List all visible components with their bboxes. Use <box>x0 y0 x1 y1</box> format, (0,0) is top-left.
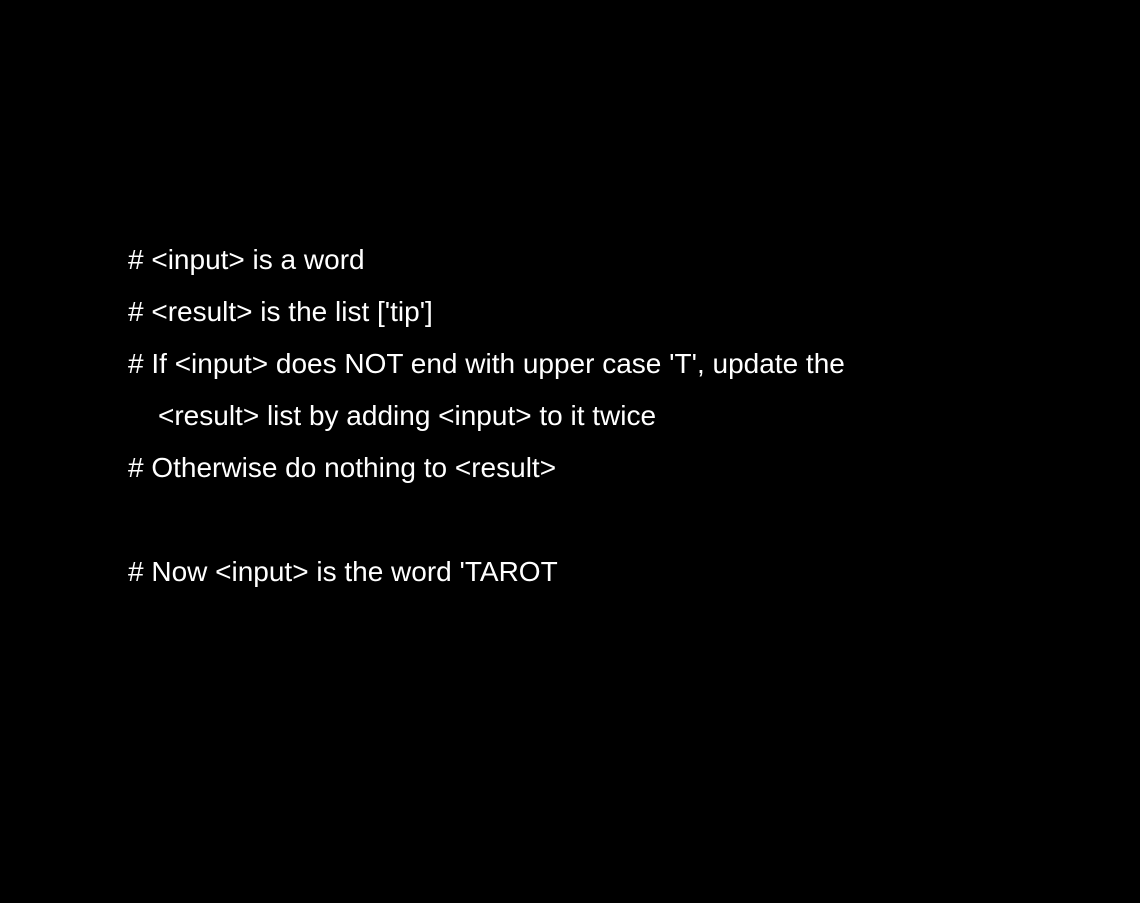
instruction-text-block: # <input> is a word # <result> is the li… <box>128 234 1028 598</box>
instruction-line-condition: # If <input> does NOT end with upper cas… <box>128 348 845 379</box>
instruction-line-condition-continued: <result> list by adding <input> to it tw… <box>158 400 657 431</box>
slide: # <input> is a word # <result> is the li… <box>0 0 1140 903</box>
instruction-line-current-input: # Now <input> is the word 'TAROT <box>128 556 558 587</box>
instruction-line-input-definition: # <input> is a word <box>128 244 365 275</box>
instruction-line-otherwise: # Otherwise do nothing to <result> <box>128 452 557 483</box>
instruction-line-result-definition: # <result> is the list ['tip'] <box>128 296 433 327</box>
